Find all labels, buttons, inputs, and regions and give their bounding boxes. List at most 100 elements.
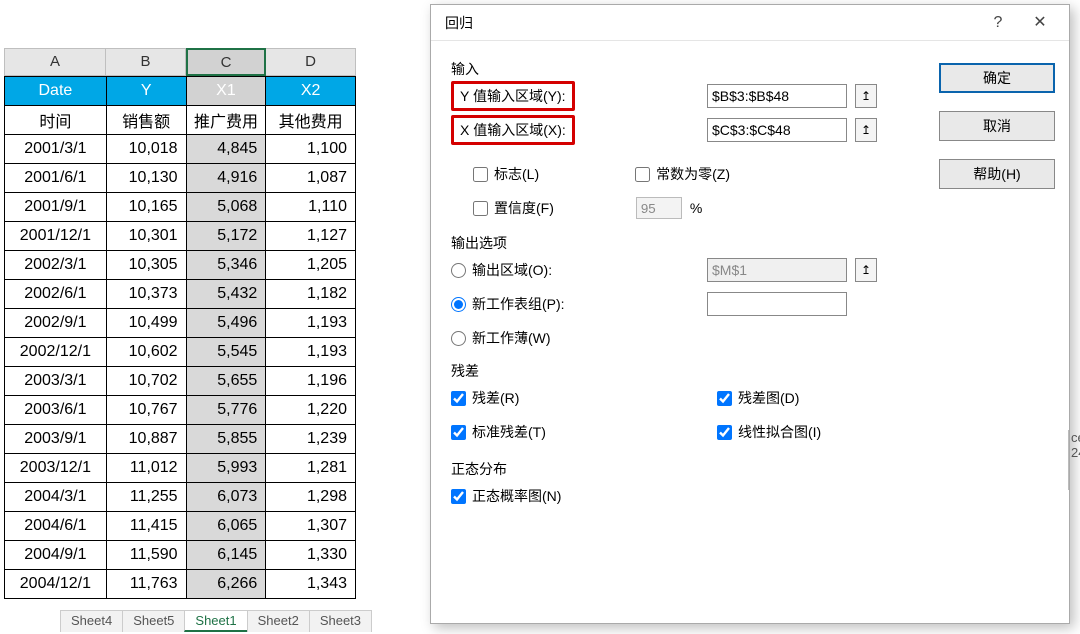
cell-x1[interactable]: 4,845 <box>186 135 266 164</box>
cell-y[interactable]: 10,165 <box>106 193 186 222</box>
new-sheet-radio[interactable]: 新工作表组(P): <box>451 294 621 314</box>
cell-date[interactable]: 2003/9/1 <box>5 425 107 454</box>
cell-x1[interactable]: 5,655 <box>186 367 266 396</box>
sheet-tab[interactable]: Sheet1 <box>184 610 247 632</box>
cell-x2[interactable]: 1,193 <box>266 309 356 338</box>
cell-date[interactable]: 2002/12/1 <box>5 338 107 367</box>
ok-button[interactable]: 确定 <box>939 63 1055 93</box>
std-residuals-checkbox[interactable]: 标准残差(T) <box>451 422 621 442</box>
cell-x2[interactable]: 1,298 <box>266 483 356 512</box>
cell-y[interactable]: 11,415 <box>106 512 186 541</box>
cell-x2[interactable]: 1,239 <box>266 425 356 454</box>
cell-y[interactable]: 10,305 <box>106 251 186 280</box>
sheet-tab[interactable]: Sheet4 <box>60 610 123 632</box>
cell-y[interactable]: 11,012 <box>106 454 186 483</box>
header2-x2[interactable]: 其他费用 <box>266 106 356 135</box>
cell-date[interactable]: 2003/6/1 <box>5 396 107 425</box>
cell-x1[interactable]: 6,065 <box>186 512 266 541</box>
cell-x2[interactable]: 1,281 <box>266 454 356 483</box>
cell-x1[interactable]: 5,346 <box>186 251 266 280</box>
constzero-checkbox[interactable]: 常数为零(Z) <box>635 164 730 184</box>
sheet-tab[interactable]: Sheet2 <box>247 610 310 632</box>
line-fit-checkbox[interactable]: 线性拟合图(I) <box>717 422 821 442</box>
header-y[interactable]: Y <box>106 77 186 106</box>
cell-y[interactable]: 10,767 <box>106 396 186 425</box>
cell-y[interactable]: 10,301 <box>106 222 186 251</box>
cell-y[interactable]: 10,373 <box>106 280 186 309</box>
col-header-a[interactable]: A <box>4 48 106 76</box>
cell-date[interactable]: 2004/3/1 <box>5 483 107 512</box>
y-range-picker-icon[interactable]: ↥ <box>855 84 877 108</box>
header-date[interactable]: Date <box>5 77 107 106</box>
output-range-radio[interactable]: 输出区域(O): <box>451 260 621 280</box>
cell-x1[interactable]: 5,855 <box>186 425 266 454</box>
cell-y[interactable]: 11,255 <box>106 483 186 512</box>
cell-x2[interactable]: 1,087 <box>266 164 356 193</box>
sheet-tab[interactable]: Sheet5 <box>122 610 185 632</box>
output-range-picker-icon[interactable]: ↥ <box>855 258 877 282</box>
table-row[interactable]: 2002/6/110,3735,4321,182 <box>5 280 356 309</box>
table-row[interactable]: 2002/9/110,4995,4961,193 <box>5 309 356 338</box>
table-row[interactable]: 2004/12/111,7636,2661,343 <box>5 570 356 599</box>
header-x1[interactable]: X1 <box>186 77 266 106</box>
cell-x1[interactable]: 5,776 <box>186 396 266 425</box>
cell-date[interactable]: 2002/9/1 <box>5 309 107 338</box>
cell-x2[interactable]: 1,220 <box>266 396 356 425</box>
table-row[interactable]: 2001/6/110,1304,9161,087 <box>5 164 356 193</box>
new-workbook-radio[interactable]: 新工作薄(W) <box>451 328 551 348</box>
cell-date[interactable]: 2001/9/1 <box>5 193 107 222</box>
col-header-b[interactable]: B <box>106 48 186 76</box>
cell-date[interactable]: 2004/6/1 <box>5 512 107 541</box>
cell-x2[interactable]: 1,343 <box>266 570 356 599</box>
col-header-c[interactable]: C <box>186 48 266 76</box>
header2-date[interactable]: 时间 <box>5 106 107 135</box>
cell-x1[interactable]: 6,266 <box>186 570 266 599</box>
cell-y[interactable]: 11,763 <box>106 570 186 599</box>
cell-x1[interactable]: 5,432 <box>186 280 266 309</box>
close-icon[interactable]: ✕ <box>1019 7 1061 39</box>
cell-x1[interactable]: 5,545 <box>186 338 266 367</box>
help-icon[interactable]: ? <box>977 7 1019 39</box>
cell-x2[interactable]: 1,196 <box>266 367 356 396</box>
cell-date[interactable]: 2001/12/1 <box>5 222 107 251</box>
header2-y[interactable]: 销售额 <box>106 106 186 135</box>
table-row[interactable]: 2004/6/111,4156,0651,307 <box>5 512 356 541</box>
cell-y[interactable]: 10,130 <box>106 164 186 193</box>
normal-prob-checkbox[interactable]: 正态概率图(N) <box>451 486 561 506</box>
cell-x1[interactable]: 4,916 <box>186 164 266 193</box>
table-row[interactable]: 2001/9/110,1655,0681,110 <box>5 193 356 222</box>
cell-y[interactable]: 10,702 <box>106 367 186 396</box>
cell-y[interactable]: 10,018 <box>106 135 186 164</box>
cell-y[interactable]: 10,499 <box>106 309 186 338</box>
cell-date[interactable]: 2003/3/1 <box>5 367 107 396</box>
table-row[interactable]: 2003/3/110,7025,6551,196 <box>5 367 356 396</box>
header2-x1[interactable]: 推广费用 <box>186 106 266 135</box>
table-row[interactable]: 2003/12/111,0125,9931,281 <box>5 454 356 483</box>
cell-date[interactable]: 2001/3/1 <box>5 135 107 164</box>
cell-x2[interactable]: 1,205 <box>266 251 356 280</box>
table-row[interactable]: 2003/9/110,8875,8551,239 <box>5 425 356 454</box>
cell-date[interactable]: 2004/12/1 <box>5 570 107 599</box>
cell-date[interactable]: 2003/12/1 <box>5 454 107 483</box>
table-row[interactable]: 2001/12/110,3015,1721,127 <box>5 222 356 251</box>
header-x2[interactable]: X2 <box>266 77 356 106</box>
cell-date[interactable]: 2004/9/1 <box>5 541 107 570</box>
table-row[interactable]: 2002/12/110,6025,5451,193 <box>5 338 356 367</box>
cell-x2[interactable]: 1,182 <box>266 280 356 309</box>
cell-y[interactable]: 10,602 <box>106 338 186 367</box>
help-button[interactable]: 帮助(H) <box>939 159 1055 189</box>
col-header-d[interactable]: D <box>266 48 356 76</box>
cell-x1[interactable]: 5,496 <box>186 309 266 338</box>
residual-chart-checkbox[interactable]: 残差图(D) <box>717 388 799 408</box>
cell-x2[interactable]: 1,100 <box>266 135 356 164</box>
table-row[interactable]: 2001/3/110,0184,8451,100 <box>5 135 356 164</box>
y-range-input[interactable] <box>707 84 847 108</box>
cell-y[interactable]: 11,590 <box>106 541 186 570</box>
cell-x2[interactable]: 1,127 <box>266 222 356 251</box>
table-row[interactable]: 2003/6/110,7675,7761,220 <box>5 396 356 425</box>
sheet-tab[interactable]: Sheet3 <box>309 610 372 632</box>
cell-x2[interactable]: 1,193 <box>266 338 356 367</box>
labels-checkbox[interactable]: 标志(L) <box>473 164 539 184</box>
cell-date[interactable]: 2002/6/1 <box>5 280 107 309</box>
x-range-input[interactable] <box>707 118 847 142</box>
